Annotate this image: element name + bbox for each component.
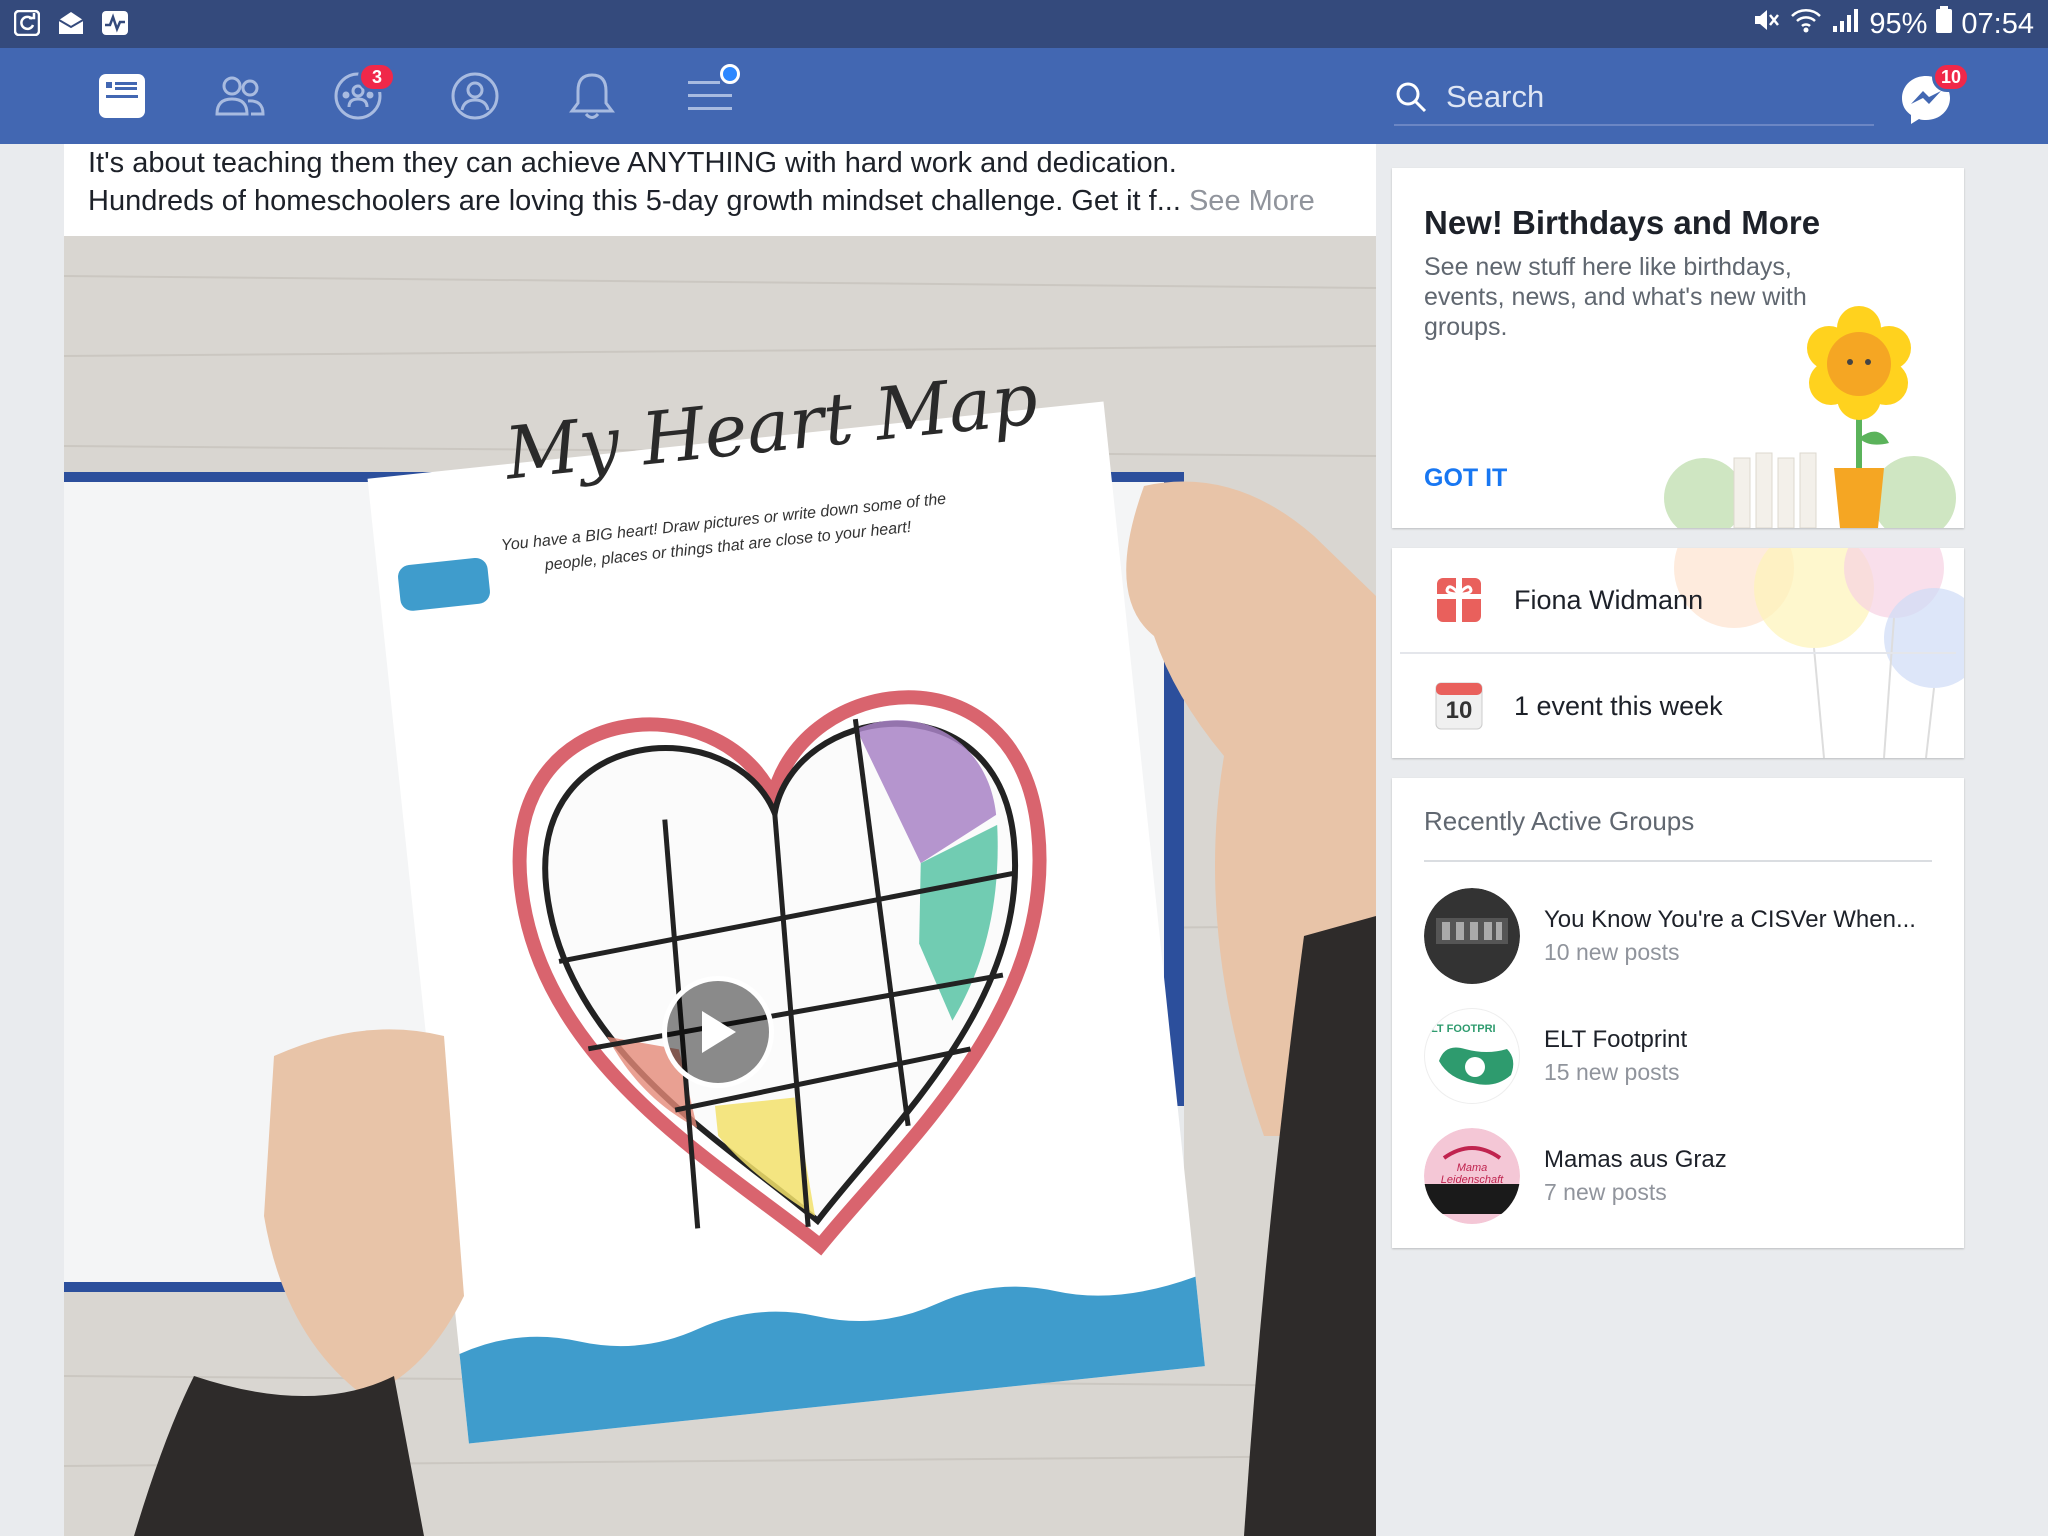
- group-avatar: [1424, 888, 1520, 984]
- wifi-icon: [1789, 6, 1823, 42]
- groups-card-heading: Recently Active Groups: [1424, 806, 1695, 836]
- post-text-line-2-content: Hundreds of homeschoolers are loving thi…: [88, 185, 1181, 217]
- status-bar: 95% 07:54: [0, 0, 2048, 48]
- group-avatar: LT FOOTPRI: [1424, 1008, 1520, 1104]
- birthdays-promo-card: New! Birthdays and More See new stuff he…: [1392, 168, 1964, 528]
- group-item[interactable]: Mama Leidenschaft Mamas aus Graz 7 new p…: [1424, 1128, 1944, 1224]
- mute-icon: [1751, 6, 1781, 42]
- search-input[interactable]: [1444, 78, 1848, 116]
- group-new-posts: 10 new posts: [1544, 939, 1680, 965]
- activity-icon: [100, 8, 130, 38]
- group-avatar-text: Mama Leidenschaft: [1440, 1162, 1504, 1186]
- post-video[interactable]: My Heart Map Day 3 You have a BIG heart!…: [64, 236, 1376, 1536]
- messenger-button[interactable]: 10: [1898, 62, 1970, 132]
- search-bar[interactable]: [1394, 70, 1874, 126]
- birthdays-card-title: New! Birthdays and More: [1424, 204, 1821, 241]
- birthday-row[interactable]: Fiona Widmann: [1392, 548, 1964, 652]
- see-more-link[interactable]: See More: [1189, 185, 1315, 217]
- calendar-icon: 10: [1432, 679, 1486, 733]
- battery-percent: 95%: [1869, 7, 1928, 40]
- group-name: ELT Footprint: [1544, 1026, 1688, 1053]
- flower-illustration-icon: [1664, 306, 1956, 528]
- search-icon: [1396, 82, 1427, 113]
- groups-card-divider: [1424, 860, 1932, 862]
- messenger-badge: 10: [1932, 62, 1970, 92]
- top-nav-bar: 3 10: [0, 48, 2048, 144]
- video-play-button[interactable]: [662, 976, 774, 1088]
- calendar-day: 10: [1445, 697, 1473, 724]
- bell-icon: [569, 73, 615, 119]
- profile-icon: [451, 72, 499, 120]
- group-new-posts: 7 new posts: [1544, 1179, 1667, 1205]
- events-row[interactable]: 10 1 event this week: [1392, 654, 1964, 758]
- sync-icon: [12, 8, 42, 38]
- group-avatar-text: LT FOOTPRI: [1431, 1023, 1496, 1035]
- groups-badge: 3: [358, 62, 396, 92]
- events-card: Fiona Widmann 10 1 event this week: [1392, 548, 1964, 758]
- mail-icon: [56, 8, 86, 38]
- group-item[interactable]: LT FOOTPRI ELT Footprint 15 new posts: [1424, 1008, 1944, 1104]
- clock: 07:54: [1961, 7, 2034, 40]
- news-feed-icon: [99, 74, 145, 118]
- tab-news-feed[interactable]: [92, 66, 152, 126]
- events-this-week: 1 event this week: [1514, 690, 1723, 721]
- gift-icon: [1432, 573, 1486, 627]
- post-text-line-1: It's about teaching them they can achiev…: [88, 147, 1177, 179]
- tab-notifications[interactable]: [562, 66, 622, 126]
- play-icon: [702, 1011, 736, 1053]
- post-body: It's about teaching them they can achiev…: [88, 144, 1368, 220]
- group-avatar: Mama Leidenschaft: [1424, 1128, 1520, 1224]
- post-text-line-2: Hundreds of homeschoolers are loving thi…: [88, 182, 1368, 220]
- friends-icon: [215, 76, 265, 116]
- group-name: You Know You're a CISVer When...: [1544, 906, 1916, 933]
- tab-menu[interactable]: [680, 64, 740, 126]
- birthday-name: Fiona Widmann: [1514, 584, 1704, 615]
- battery-icon: [1935, 6, 1953, 42]
- group-item[interactable]: You Know You're a CISVer When... 10 new …: [1424, 888, 1944, 984]
- group-new-posts: 15 new posts: [1544, 1059, 1680, 1085]
- menu-dot-badge: [720, 64, 740, 84]
- feed-post: It's about teaching them they can achiev…: [64, 144, 1376, 1536]
- group-name: Mamas aus Graz: [1544, 1146, 1727, 1173]
- tab-friends[interactable]: [210, 66, 270, 126]
- got-it-button[interactable]: GOT IT: [1424, 464, 1507, 493]
- signal-icon: [1831, 6, 1861, 42]
- tab-profile[interactable]: [445, 66, 505, 126]
- tab-groups[interactable]: 3: [328, 62, 396, 126]
- recently-active-groups-card: Recently Active Groups You Know You're a…: [1392, 778, 1964, 1248]
